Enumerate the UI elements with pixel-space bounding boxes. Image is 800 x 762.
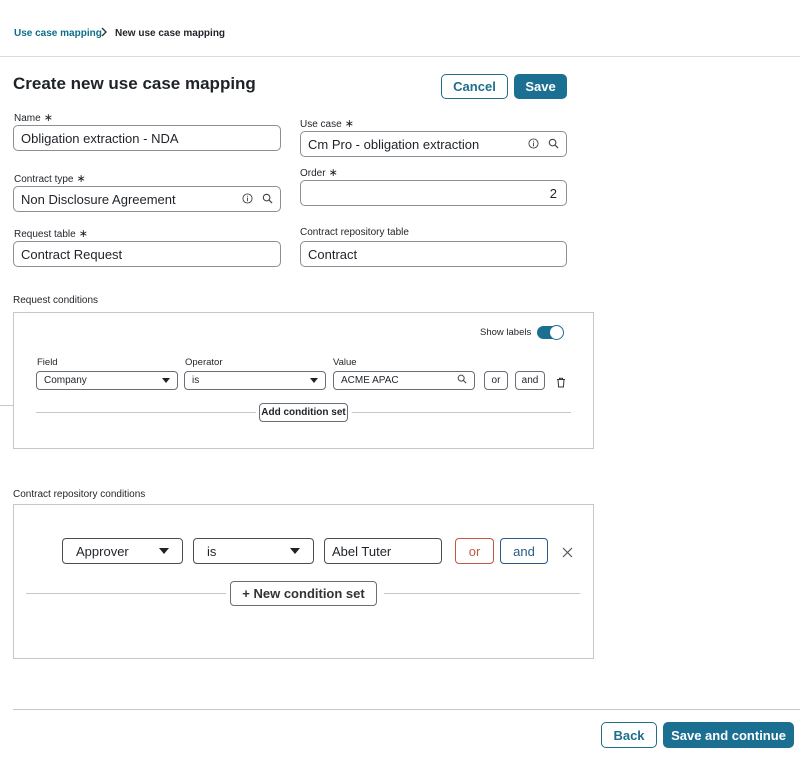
order-input[interactable]: 2 (300, 180, 567, 206)
chevron-down-icon (159, 548, 169, 554)
request-field-select[interactable]: Company (36, 371, 178, 390)
request-table-value: Contract Request (21, 246, 123, 262)
name-label: Name ∗ (14, 112, 53, 124)
info-icon[interactable] (528, 137, 539, 152)
contract-type-value: Non Disclosure Agreement (21, 191, 176, 207)
request-or-button[interactable]: or (484, 371, 508, 390)
panel-connector-line (0, 405, 13, 406)
breadcrumb-parent-link[interactable]: Use case mapping (14, 28, 102, 39)
name-input[interactable]: Obligation extraction - NDA (13, 125, 281, 151)
search-icon[interactable] (457, 374, 467, 387)
repo-and-button[interactable]: and (500, 538, 548, 564)
request-table-input[interactable]: Contract Request (13, 241, 281, 267)
breadcrumb-current: New use case mapping (115, 28, 226, 39)
contract-type-input[interactable]: Non Disclosure Agreement (13, 186, 281, 212)
divider-line (36, 412, 256, 413)
request-operator-select[interactable]: is (184, 371, 326, 390)
request-table-label: Request table ∗ (14, 228, 88, 240)
contract-repository-table-input[interactable]: Contract (300, 241, 567, 267)
order-value: 2 (549, 185, 557, 201)
info-icon[interactable] (242, 192, 253, 207)
use-case-input[interactable]: Cm Pro - obligation extraction (300, 131, 567, 157)
repo-or-button[interactable]: or (455, 538, 494, 564)
contract-repository-table-label: Contract repository table (300, 227, 409, 238)
close-icon[interactable] (562, 545, 573, 563)
value-column-label: Value (333, 357, 357, 368)
trash-icon[interactable] (556, 375, 566, 393)
field-column-label: Field (37, 357, 58, 368)
name-value: Obligation extraction - NDA (21, 130, 179, 146)
cancel-button[interactable]: Cancel (441, 74, 508, 99)
chevron-down-icon (290, 548, 300, 554)
repo-conditions-label: Contract repository conditions (13, 489, 146, 500)
operator-column-label: Operator (185, 357, 223, 368)
contract-repository-table-value: Contract (308, 246, 358, 262)
chevron-right-icon (100, 27, 108, 40)
use-case-value: Cm Pro - obligation extraction (308, 136, 480, 152)
use-case-label: Use case ∗ (300, 118, 354, 130)
divider-line (26, 593, 226, 594)
top-divider (0, 56, 800, 57)
divider-line (384, 593, 580, 594)
request-and-button[interactable]: and (515, 371, 545, 390)
repo-field-select[interactable]: Approver (62, 538, 183, 564)
contract-type-label: Contract type ∗ (14, 173, 86, 185)
search-icon[interactable] (548, 137, 559, 152)
bottom-divider (13, 709, 800, 710)
add-condition-set-button[interactable]: Add condition set (259, 403, 348, 422)
request-conditions-label: Request conditions (13, 295, 99, 306)
repo-value-input[interactable]: Abel Tuter (324, 538, 442, 564)
order-label: Order ∗ (300, 167, 338, 179)
chevron-down-icon (310, 378, 318, 383)
request-value-input[interactable]: ACME APAC (333, 371, 475, 390)
back-button[interactable]: Back (601, 722, 657, 748)
page-title: Create new use case mapping (13, 74, 256, 93)
save-button[interactable]: Save (514, 74, 567, 99)
divider-line (352, 412, 571, 413)
new-condition-set-button[interactable]: + New condition set (230, 581, 377, 606)
save-and-continue-button[interactable]: Save and continue (663, 722, 794, 748)
search-icon[interactable] (262, 192, 273, 207)
show-labels-label: Show labels (480, 327, 532, 338)
show-labels-toggle[interactable] (537, 325, 564, 340)
repo-operator-select[interactable]: is (193, 538, 314, 564)
chevron-down-icon (162, 378, 170, 383)
